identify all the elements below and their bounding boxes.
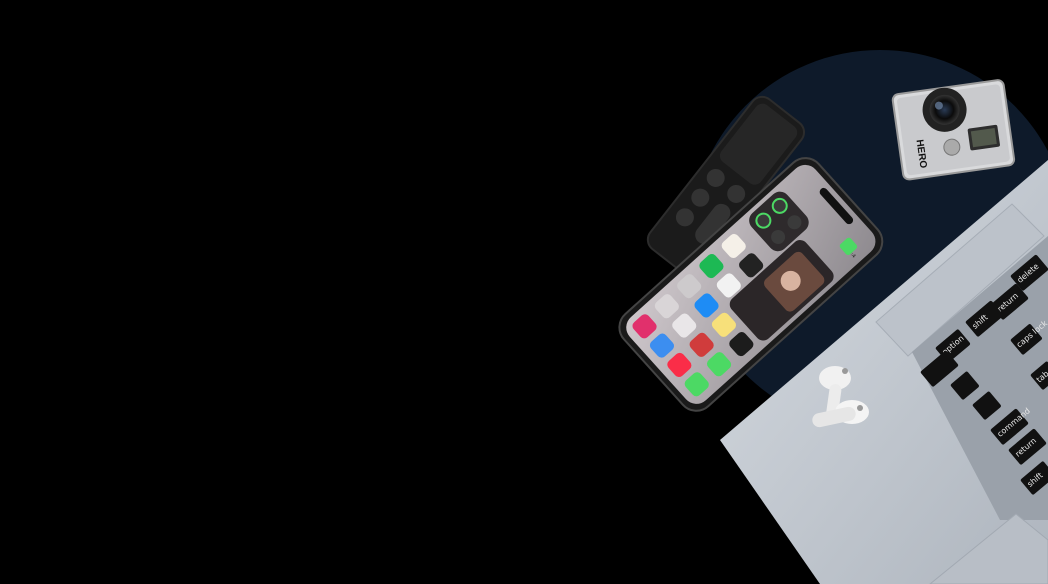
scene-svg: delete return shift option command retur… xyxy=(618,50,1048,584)
product-photo: delete return shift option command retur… xyxy=(0,0,1048,584)
action-camera: HERO xyxy=(891,79,1016,181)
